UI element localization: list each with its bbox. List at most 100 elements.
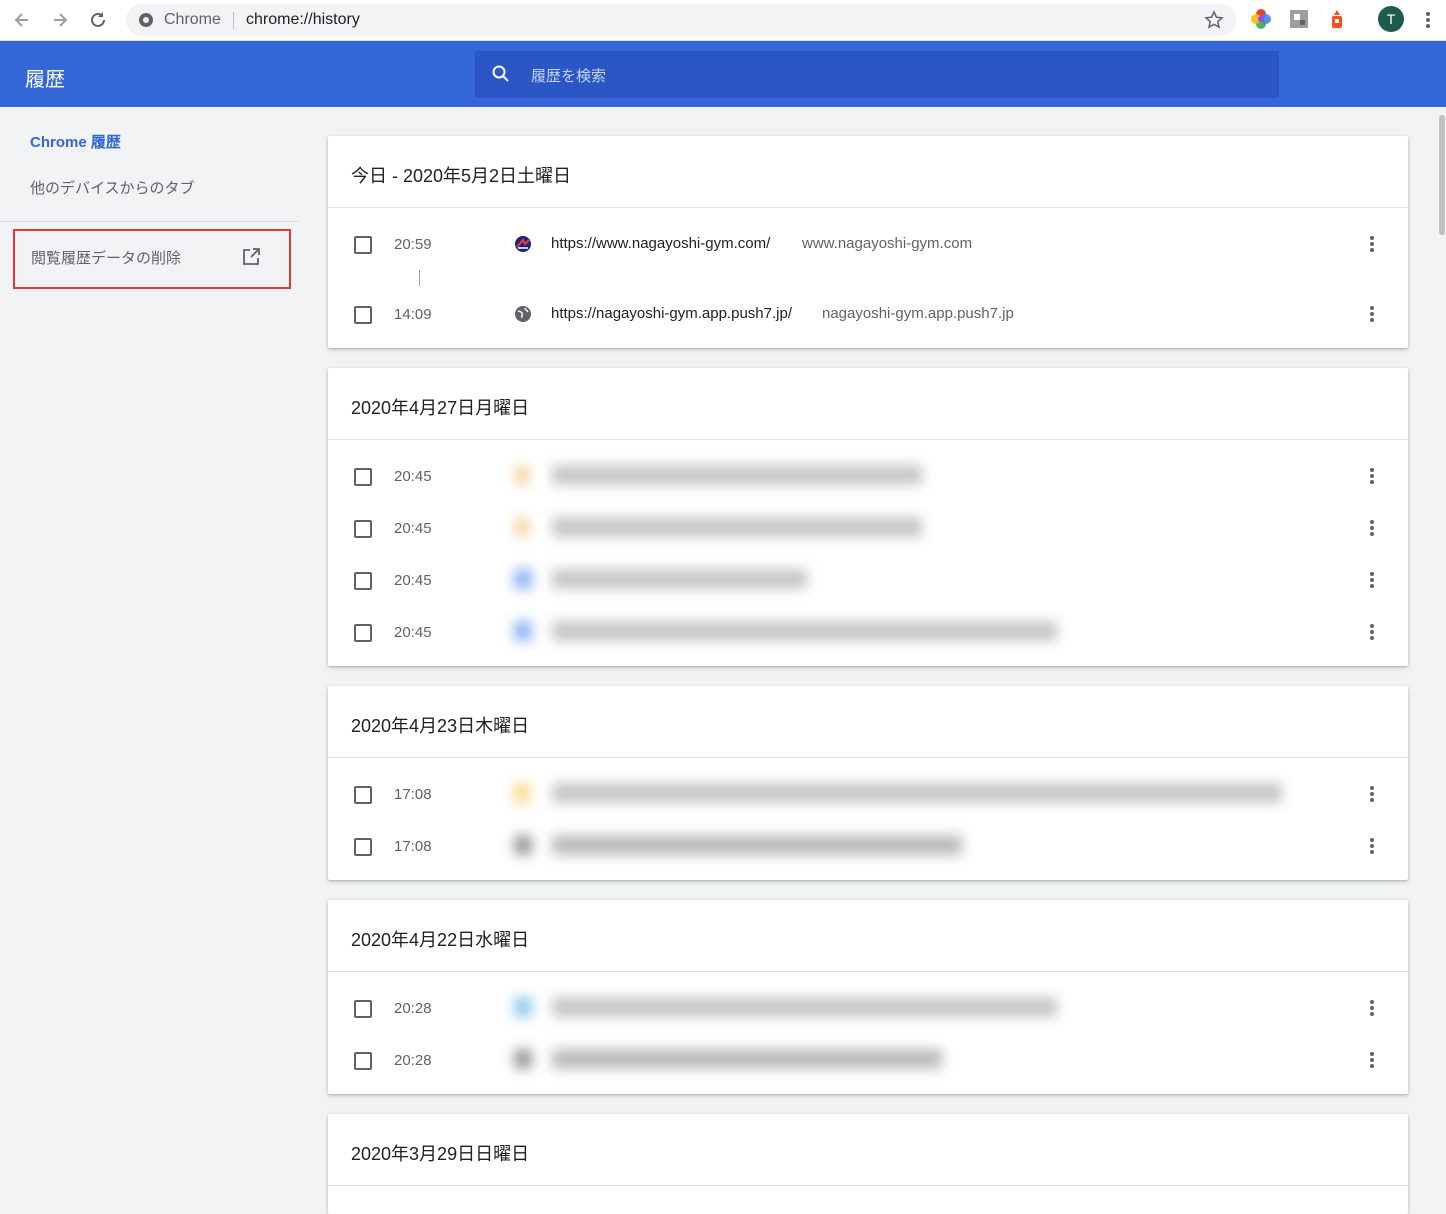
search-input[interactable] (529, 63, 1233, 89)
forward-button[interactable] (48, 8, 72, 32)
blurred-entry-text (552, 517, 922, 537)
history-entry[interactable]: 20:45 (328, 561, 1408, 601)
entry-time: 20:45 (394, 572, 432, 589)
history-entry[interactable]: 14:09 https://nagayoshi-gym.app.push7.jp… (328, 295, 1408, 335)
entry-checkbox[interactable] (354, 838, 372, 856)
history-day-card: 2020年3月29日日曜日 (328, 1114, 1408, 1214)
address-separator (233, 12, 234, 29)
blurred-favicon (514, 835, 532, 855)
blurred-favicon (514, 783, 530, 803)
entry-checkbox[interactable] (354, 468, 372, 486)
entry-time: 20:28 (394, 1000, 432, 1017)
entry-time: 17:08 (394, 838, 432, 855)
more-actions-icon[interactable] (1364, 835, 1380, 857)
sidebar-item-other-devices[interactable]: 他のデバイスからのタブ (30, 177, 195, 198)
more-actions-icon[interactable] (1364, 569, 1380, 591)
entry-time: 17:08 (394, 786, 432, 803)
blurred-entry-text (552, 1049, 942, 1069)
history-entry[interactable]: 20:28 (328, 1041, 1408, 1081)
forward-arrow-icon (54, 13, 68, 27)
blurred-entry-text (552, 997, 1057, 1017)
bookmark-star-icon[interactable] (1204, 10, 1224, 30)
entry-time: 14:09 (394, 306, 432, 323)
entry-time: 20:45 (394, 624, 432, 641)
orange-extension-icon[interactable] (1326, 8, 1348, 30)
blurred-entry-text (552, 465, 922, 485)
history-entry[interactable]: 20:45 (328, 457, 1408, 497)
history-entry[interactable]: 17:08 (328, 827, 1408, 867)
more-actions-icon[interactable] (1364, 465, 1380, 487)
day-title: 2020年4月22日水曜日 (351, 930, 530, 950)
entry-time: 20:45 (394, 468, 432, 485)
open-in-new-icon (243, 248, 260, 265)
gym-logo-icon (515, 236, 531, 252)
history-header: 履歴 (0, 41, 1446, 107)
more-actions-icon[interactable] (1364, 621, 1380, 643)
history-entry[interactable]: 17:08 (328, 775, 1408, 815)
more-actions-icon[interactable] (1364, 233, 1380, 255)
history-entry[interactable]: 20:45 (328, 613, 1408, 653)
chrome-page-icon (139, 13, 153, 27)
entry-checkbox[interactable] (354, 520, 372, 538)
url-text[interactable]: chrome://history (246, 11, 360, 29)
color-wheel-extension-icon[interactable] (1250, 8, 1272, 30)
more-actions-icon[interactable] (1364, 997, 1380, 1019)
more-actions-icon[interactable] (1364, 1049, 1380, 1071)
address-bar[interactable]: Chrome chrome://history (126, 4, 1236, 36)
clear-browsing-data-label: 閲覧履歴データの削除 (31, 250, 182, 267)
search-icon (492, 65, 509, 82)
history-entry[interactable]: 20:45 (328, 509, 1408, 549)
history-entry[interactable]: 20:59 https://www.nagayoshi-gym.com/ www… (328, 225, 1408, 265)
entry-checkbox[interactable] (354, 306, 372, 324)
scrollbar-thumb[interactable] (1439, 115, 1445, 235)
more-actions-icon[interactable] (1364, 783, 1380, 805)
history-day-card: 2020年4月23日木曜日 17:08 17:08 (328, 686, 1408, 880)
card-divider (328, 1185, 1408, 1186)
back-button[interactable] (10, 8, 34, 32)
reload-button[interactable] (86, 8, 110, 32)
globe-icon (515, 306, 531, 322)
card-divider (328, 207, 1408, 208)
card-divider (328, 757, 1408, 758)
profile-avatar[interactable]: T (1378, 6, 1404, 32)
history-entry[interactable]: 20:28 (328, 989, 1408, 1029)
blurred-favicon (514, 1049, 532, 1069)
blurred-favicon (514, 465, 530, 485)
sidebar-item-chrome-history[interactable]: Chrome 履歴 (30, 131, 121, 152)
entry-domain: www.nagayoshi-gym.com (802, 235, 973, 252)
entry-title-link[interactable]: https://nagayoshi-gym.app.push7.jp/ (551, 305, 792, 322)
browser-menu-icon[interactable] (1420, 9, 1436, 31)
clear-browsing-data-button[interactable]: 閲覧履歴データの削除 (13, 229, 291, 289)
entry-checkbox[interactable] (354, 1000, 372, 1018)
entry-title-link[interactable]: https://www.nagayoshi-gym.com/ (551, 235, 770, 252)
entry-checkbox[interactable] (354, 236, 372, 254)
entry-time: 20:28 (394, 1052, 432, 1069)
entry-checkbox[interactable] (354, 572, 372, 590)
entry-time: 20:45 (394, 520, 432, 537)
blurred-favicon (514, 997, 532, 1017)
page-title: 履歴 (25, 69, 65, 91)
blurred-entry-text (552, 835, 962, 855)
history-day-card: 2020年4月27日月曜日 20:45 20:45 20:45 20:45 (328, 368, 1408, 666)
site-label: Chrome (164, 11, 221, 28)
time-connector (419, 270, 420, 286)
blurred-favicon (514, 621, 532, 641)
blurred-favicon (514, 517, 530, 537)
blurred-entry-text (552, 569, 807, 589)
gray-extension-icon[interactable] (1288, 8, 1310, 30)
card-divider (328, 971, 1408, 972)
sidebar: Chrome 履歴 他のデバイスからのタブ 閲覧履歴データの削除 (0, 107, 300, 1200)
search-box[interactable] (475, 51, 1279, 98)
day-title: 2020年3月29日日曜日 (351, 1144, 530, 1164)
blurred-entry-text (552, 621, 1057, 641)
entry-checkbox[interactable] (354, 786, 372, 804)
card-divider (328, 439, 1408, 440)
back-arrow-icon (14, 13, 28, 27)
day-title: 2020年4月23日木曜日 (351, 716, 530, 736)
page-scrollbar[interactable] (1437, 107, 1446, 1200)
blurred-entry-text (552, 783, 1282, 803)
more-actions-icon[interactable] (1364, 517, 1380, 539)
more-actions-icon[interactable] (1364, 303, 1380, 325)
entry-checkbox[interactable] (354, 624, 372, 642)
entry-checkbox[interactable] (354, 1052, 372, 1070)
